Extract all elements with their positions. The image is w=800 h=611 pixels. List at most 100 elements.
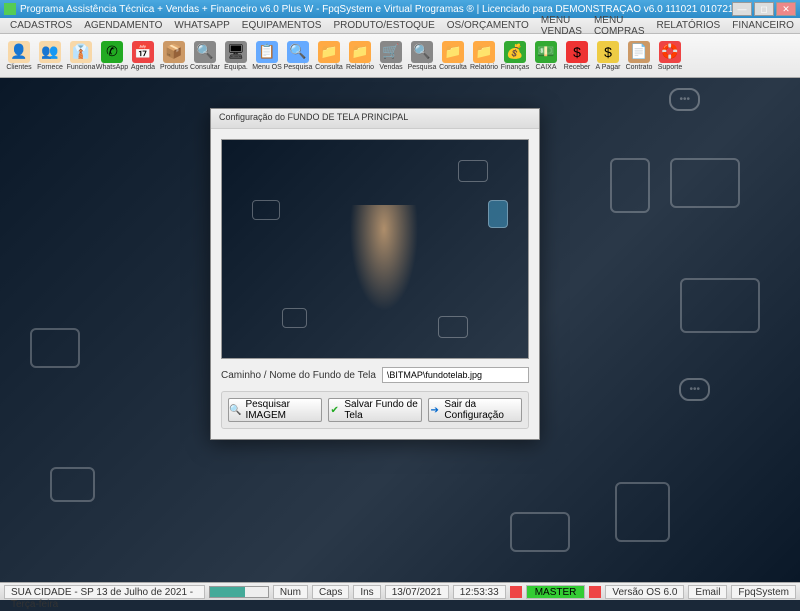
- toolbar-label: Menu OS: [252, 64, 282, 71]
- status-progress: [209, 586, 269, 598]
- toolbar-produtos[interactable]: 📦Produtos: [159, 40, 189, 72]
- minimize-button[interactable]: —: [732, 2, 752, 16]
- exit-config-button[interactable]: ➔ Sair da Configuração: [428, 398, 522, 422]
- app-icon: [4, 3, 16, 15]
- toolbar-label: Relatório: [470, 64, 498, 71]
- preview-highlight-icon: [488, 200, 508, 228]
- toolbar-icon: 🛟: [659, 41, 681, 63]
- menu-os[interactable]: OS/ORÇAMENTO: [441, 20, 535, 31]
- menu-whatsapp[interactable]: WHATSAPP: [168, 20, 235, 31]
- menu-vendas[interactable]: MENU VENDAS: [535, 15, 588, 37]
- path-input[interactable]: [382, 367, 529, 383]
- toolbar-agenda[interactable]: 📅Agenda: [128, 40, 158, 72]
- menu-agendamento[interactable]: AGENDAMENTO: [78, 20, 168, 31]
- toolbar-label: Finanças: [501, 64, 529, 71]
- dialog-title: Configuração do FUNDO DE TELA PRINCIPAL: [211, 109, 539, 129]
- save-background-button[interactable]: ✔ Salvar Fundo de Tela: [328, 398, 422, 422]
- preview-device-icon: [282, 308, 307, 328]
- toolbar-suporte[interactable]: 🛟Suporte: [655, 40, 685, 72]
- chat-bubble-icon: •••: [679, 378, 710, 401]
- save-button-label: Salvar Fundo de Tela: [344, 399, 421, 421]
- toolbar-consulta[interactable]: 📁Consulta: [314, 40, 344, 72]
- close-button[interactable]: ✕: [776, 2, 796, 16]
- toolbar-icon: 💵: [535, 41, 557, 63]
- toolbar-apagar[interactable]: $A Pagar: [593, 40, 623, 72]
- device-icon: [30, 328, 80, 368]
- toolbar-label: Consulta: [315, 64, 343, 71]
- toolbar-whatsapp[interactable]: ✆WhatsApp: [97, 40, 127, 72]
- device-icon: [670, 158, 740, 208]
- status-location-date: SUA CIDADE - SP 13 de Julho de 2021 - Te…: [4, 585, 205, 599]
- toolbar-icon: 📄: [628, 41, 650, 63]
- toolbar-equipa[interactable]: 🖥Equipa.: [221, 40, 251, 72]
- status-ins: Ins: [353, 585, 380, 599]
- toolbar-consultar[interactable]: 🔍Consultar: [190, 40, 220, 72]
- toolbar-label: Pesquisa: [284, 64, 313, 71]
- menu-compras[interactable]: MENU COMPRAS: [588, 15, 651, 37]
- toolbar-label: Agenda: [131, 64, 155, 71]
- toolbar-label: Suporte: [658, 64, 683, 71]
- arrow-right-icon: ➔: [429, 403, 440, 417]
- toolbar-icon: 📁: [349, 41, 371, 63]
- toolbar-pesquisa[interactable]: 🔍Pesquisa: [407, 40, 437, 72]
- toolbar-label: Contrato: [626, 64, 653, 71]
- toolbar-icon: 📦: [163, 41, 185, 63]
- toolbar-icon: 💰: [504, 41, 526, 63]
- toolbar-label: A Pagar: [596, 64, 621, 71]
- toolbar-pesquisa[interactable]: 🔍Pesquisa: [283, 40, 313, 72]
- preview-device-icon: [438, 316, 468, 338]
- preview-device-icon: [458, 160, 488, 182]
- menu-financeiro[interactable]: FINANCEIRO: [726, 20, 800, 31]
- toolbar-label: Produtos: [160, 64, 188, 71]
- menubar: CADASTROS AGENDAMENTO WHATSAPP EQUIPAMEN…: [0, 18, 800, 34]
- search-image-button[interactable]: 🔍 Pesquisar IMAGEM: [228, 398, 322, 422]
- maximize-button[interactable]: ◻: [754, 2, 774, 16]
- toolbar-label: CAIXA: [535, 64, 556, 71]
- toolbar-clientes[interactable]: 👤Clientes: [4, 40, 34, 72]
- status-date: 13/07/2021: [385, 585, 449, 599]
- toolbar-icon: 🛒: [380, 41, 402, 63]
- menu-produto[interactable]: PRODUTO/ESTOQUE: [327, 20, 440, 31]
- toolbar-relatrio[interactable]: 📁Relatório: [345, 40, 375, 72]
- toolbar-label: Fornece: [37, 64, 63, 71]
- toolbar-finanas[interactable]: 💰Finanças: [500, 40, 530, 72]
- toolbar-icon: 🔍: [411, 41, 433, 63]
- toolbar-consulta[interactable]: 📁Consulta: [438, 40, 468, 72]
- toolbar-label: Equipa.: [224, 64, 248, 71]
- monitor-icon: [510, 512, 570, 552]
- toolbar-label: Pesquisa: [408, 64, 437, 71]
- toolbar-icon: 📋: [256, 41, 278, 63]
- toolbar-label: Relatório: [346, 64, 374, 71]
- toolbar-vendas[interactable]: 🛒Vendas: [376, 40, 406, 72]
- toolbar-funciona[interactable]: 👔Funciona: [66, 40, 96, 72]
- check-icon: ✔: [329, 403, 340, 417]
- toolbar-icon: $: [597, 41, 619, 63]
- toolbar-label: Receber: [564, 64, 590, 71]
- search-button-label: Pesquisar IMAGEM: [245, 399, 321, 421]
- toolbar-icon: 🔍: [287, 41, 309, 63]
- server-icon: [610, 158, 650, 213]
- toolbar-relatrio[interactable]: 📁Relatório: [469, 40, 499, 72]
- chat-bubble-icon: •••: [669, 88, 700, 111]
- toolbar-label: Vendas: [379, 64, 402, 71]
- toolbar-receber[interactable]: $Receber: [562, 40, 592, 72]
- status-email[interactable]: Email: [688, 585, 727, 599]
- preview-device-icon: [252, 200, 280, 220]
- toolbar-caixa[interactable]: 💵CAIXA: [531, 40, 561, 72]
- toolbar-fornece[interactable]: 👥Fornece: [35, 40, 65, 72]
- laptop-icon: [680, 278, 760, 333]
- status-version: Versão OS 6.0: [605, 585, 684, 599]
- toolbar-contrato[interactable]: 📄Contrato: [624, 40, 654, 72]
- workspace: ••• ••• Configuração do FUNDO DE TELA PR…: [0, 78, 800, 582]
- toolbar-icon: 👤: [8, 41, 30, 63]
- menu-relatorios[interactable]: RELATÓRIOS: [651, 20, 727, 31]
- status-caps: Caps: [312, 585, 349, 599]
- status-time: 12:53:33: [453, 585, 506, 599]
- statusbar: SUA CIDADE - SP 13 de Julho de 2021 - Te…: [0, 582, 800, 600]
- menu-equipamentos[interactable]: EQUIPAMENTOS: [236, 20, 328, 31]
- menu-cadastros[interactable]: CADASTROS: [4, 20, 78, 31]
- titlebar: Programa Assistência Técnica + Vendas + …: [0, 0, 800, 18]
- toolbar-label: Funciona: [67, 64, 96, 71]
- status-brand[interactable]: FpqSystem: [731, 585, 796, 599]
- toolbar-menuos[interactable]: 📋Menu OS: [252, 40, 282, 72]
